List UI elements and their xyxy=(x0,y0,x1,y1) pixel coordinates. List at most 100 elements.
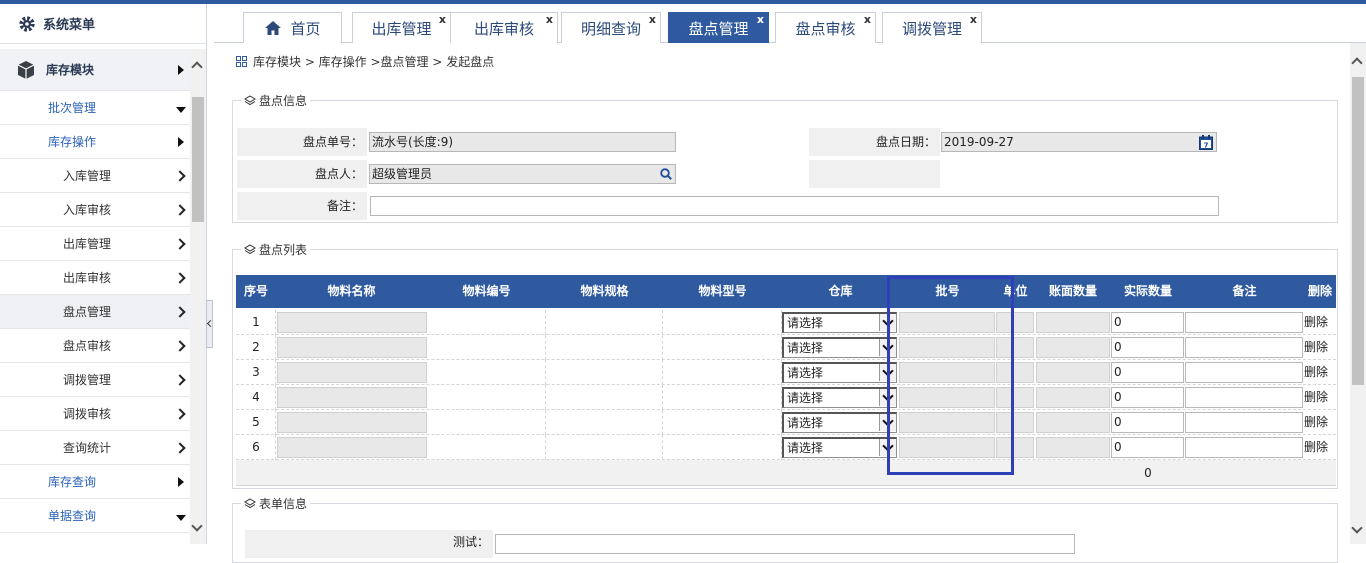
grid-cell xyxy=(236,310,276,335)
sidebar-item[interactable]: 批次管理 xyxy=(0,91,190,125)
chevron-right-icon xyxy=(174,169,186,182)
actual-qty-input[interactable]: 0 xyxy=(1111,362,1184,383)
date-label: 盘点日期： xyxy=(809,128,940,156)
material-code-cell xyxy=(427,410,546,435)
sidebar-item[interactable]: 出库审核 xyxy=(0,261,190,295)
warehouse-select[interactable]: 请选择 xyxy=(782,312,897,333)
remark-cell-input[interactable] xyxy=(1185,387,1303,408)
column-header: 账面数量 xyxy=(1048,284,1097,298)
grid-footer-row: 0 xyxy=(236,460,1336,486)
book-qty-cell xyxy=(1036,412,1110,433)
content-scrollbar[interactable] xyxy=(1350,43,1366,544)
warehouse-select[interactable]: 请选择 xyxy=(782,437,897,458)
delete-link[interactable]: 删除 xyxy=(1304,310,1328,335)
remark-input[interactable] xyxy=(370,196,1219,216)
delete-link[interactable]: 删除 xyxy=(1304,435,1328,460)
material-model-cell xyxy=(663,335,782,360)
close-icon[interactable]: x xyxy=(970,13,977,26)
scroll-up-icon[interactable] xyxy=(191,61,203,73)
tab[interactable]: 明细查询 x xyxy=(561,12,661,43)
tab[interactable]: 出库管理 x xyxy=(352,12,451,43)
tab-label: 盘点审核 xyxy=(795,19,856,38)
sidebar-item[interactable]: 查询统计 xyxy=(0,431,190,465)
calendar-icon[interactable]: 7 xyxy=(1199,135,1213,150)
close-icon[interactable]: x xyxy=(864,13,871,26)
tab[interactable]: 盘点审核 x xyxy=(775,12,876,43)
column-header: 物料名称 xyxy=(327,284,376,298)
remark-cell-input[interactable] xyxy=(1185,312,1303,333)
tab-label: 调拨管理 xyxy=(901,19,962,38)
form-panel-legend: 表单信息 xyxy=(241,495,311,512)
sidebar-item[interactable]: 盘点管理 xyxy=(0,295,190,329)
order-no-field: 流水号(长度:9) xyxy=(369,132,676,152)
delete-link[interactable]: 删除 xyxy=(1304,360,1328,385)
total-actual-qty: 0 xyxy=(1144,466,1152,480)
remark-cell-input[interactable] xyxy=(1185,337,1303,358)
remark-cell-input[interactable] xyxy=(1185,362,1303,383)
close-icon[interactable]: x xyxy=(649,13,656,26)
scroll-thumb[interactable] xyxy=(192,97,204,222)
scroll-down-icon[interactable] xyxy=(1351,522,1363,534)
warehouse-select[interactable]: 请选择 xyxy=(782,412,897,433)
test-label: 测试： xyxy=(245,530,493,558)
actual-qty-input[interactable]: 0 xyxy=(1111,437,1184,458)
test-input[interactable] xyxy=(495,534,1075,554)
sidebar-title: 系统菜单 xyxy=(43,18,96,33)
sidebar-collapse-handle[interactable] xyxy=(206,300,213,348)
gear-icon xyxy=(19,15,35,32)
search-icon[interactable] xyxy=(660,168,672,180)
table-row: 3 请选择 0 删除 xyxy=(236,360,1336,385)
sidebar-item[interactable]: 盘点审核 xyxy=(0,329,190,363)
scroll-up-icon[interactable] xyxy=(1351,57,1363,69)
actual-qty-input[interactable]: 0 xyxy=(1111,337,1184,358)
remark-cell-input[interactable] xyxy=(1185,412,1303,433)
actual-qty-input[interactable]: 0 xyxy=(1111,312,1184,333)
sidebar-item-label: 出库管理 xyxy=(63,237,112,251)
warehouse-select[interactable]: 请选择 xyxy=(782,387,897,408)
sidebar-item[interactable]: 单据查询 xyxy=(0,499,190,533)
list-panel-legend: 盘点列表 xyxy=(241,241,311,258)
sidebar-item[interactable]: 调拨管理 xyxy=(0,363,190,397)
tab[interactable]: 出库审核 x xyxy=(450,12,558,43)
warehouse-select[interactable]: 请选择 xyxy=(782,337,897,358)
material-name-cell xyxy=(277,437,427,458)
tab[interactable]: 首页 xyxy=(243,12,342,43)
sidebar-item[interactable]: 库存模块 xyxy=(0,49,190,91)
tab[interactable]: 调拨管理 x xyxy=(882,12,982,43)
person-field[interactable]: 超级管理员 xyxy=(369,164,676,184)
tab-label: 出库管理 xyxy=(371,19,432,38)
actual-qty-input[interactable]: 0 xyxy=(1111,387,1184,408)
scroll-thumb[interactable] xyxy=(1352,77,1364,385)
remark-cell-input[interactable] xyxy=(1185,437,1303,458)
actual-qty-input[interactable]: 0 xyxy=(1111,412,1184,433)
highlight-box xyxy=(887,276,1014,475)
sidebar-scrollbar[interactable] xyxy=(190,49,206,544)
close-icon[interactable]: x xyxy=(546,13,553,26)
delete-link[interactable]: 删除 xyxy=(1304,385,1328,410)
column-header: 备注 xyxy=(1232,284,1257,298)
column-header: 实际数量 xyxy=(1123,284,1172,298)
grid-cell xyxy=(236,410,276,435)
delete-link[interactable]: 删除 xyxy=(1304,335,1328,360)
sidebar-item[interactable]: 调拨审核 xyxy=(0,397,190,431)
sidebar-item[interactable]: 入库管理 xyxy=(0,159,190,193)
warehouse-select[interactable]: 请选择 xyxy=(782,362,897,383)
chevron-right-icon xyxy=(174,339,186,352)
sidebar-item[interactable]: 入库审核 xyxy=(0,193,190,227)
close-icon[interactable]: x xyxy=(757,13,764,26)
date-field[interactable]: 2019-09-27 7 xyxy=(941,132,1217,152)
table-row: 6 请选择 0 删除 xyxy=(236,435,1336,460)
sidebar-item[interactable]: 库存查询 xyxy=(0,465,190,499)
book-qty-cell xyxy=(1036,387,1110,408)
tab[interactable]: 盘点管理 x xyxy=(668,12,769,43)
delete-link[interactable]: 删除 xyxy=(1304,410,1328,435)
remark-label: 备注： xyxy=(237,192,367,220)
sidebar-item[interactable]: 出库管理 xyxy=(0,227,190,261)
caret-right-icon xyxy=(178,136,184,147)
close-icon[interactable]: x xyxy=(439,13,446,26)
info-panel-legend: 盘点信息 xyxy=(241,92,311,109)
scroll-down-icon[interactable] xyxy=(191,520,203,532)
table-row: 4 请选择 0 删除 xyxy=(236,385,1336,410)
sidebar-item[interactable]: 库存操作 xyxy=(0,125,190,159)
empty-label-cell xyxy=(809,160,940,188)
